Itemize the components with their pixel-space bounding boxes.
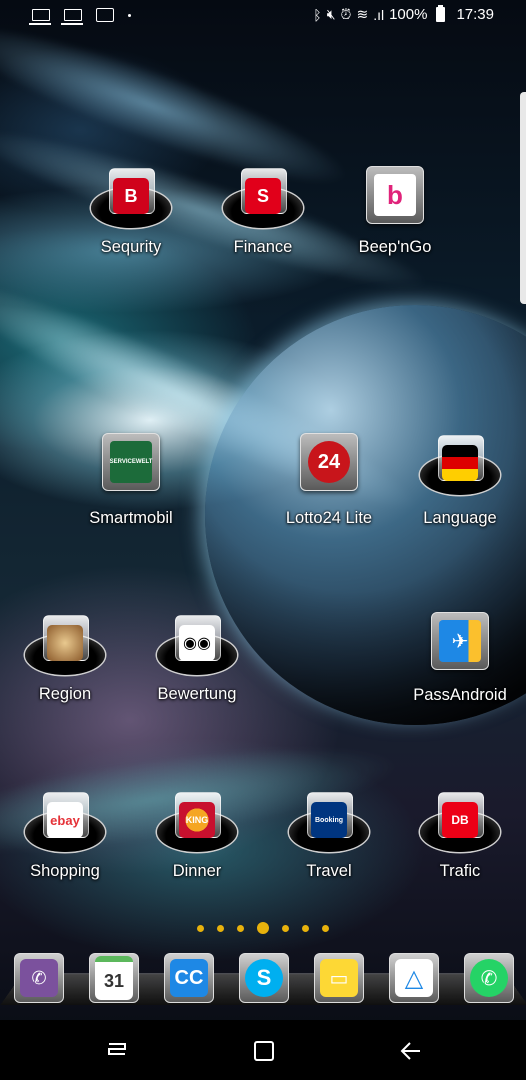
page-dot[interactable]: [197, 924, 204, 932]
skype-icon[interactable]: S: [239, 953, 289, 1003]
db-folder-icon: DB: [442, 802, 478, 838]
back-icon[interactable]: [398, 1038, 424, 1064]
laptop-icon: [29, 9, 51, 25]
page-dot[interactable]: [322, 924, 329, 932]
mute-icon: 🔇︎: [326, 6, 336, 22]
laptop-icon: [61, 9, 83, 25]
app-label: Sequrity: [100, 238, 162, 256]
app-beepngo[interactable]: b Beep'nGo: [340, 166, 450, 257]
burgerking-folder-icon: KING: [179, 802, 215, 838]
signal-icon: .ıl: [373, 6, 385, 23]
bluetooth-icon: ᛒ: [313, 6, 322, 23]
page-dot[interactable]: [237, 924, 244, 932]
tripadvisor-folder-icon: ◉◉: [179, 625, 215, 661]
app-label: Finance: [233, 238, 293, 256]
sparkasse-folder-icon: S: [245, 178, 281, 214]
messages-icon[interactable]: ▭: [314, 953, 364, 1003]
app-label: Beep'nGo: [358, 238, 432, 256]
app-label: Bewertung: [157, 685, 237, 703]
drive-icon[interactable]: △: [389, 953, 439, 1003]
beepngo-icon: b: [366, 166, 424, 224]
app-region[interactable]: Region: [10, 615, 120, 704]
app-label: Shopping: [30, 862, 100, 880]
alarm-icon: ⏰︎: [340, 6, 352, 22]
page-dot[interactable]: [282, 924, 289, 932]
app-label: Dinner: [172, 862, 222, 880]
app-label: Trafic: [439, 862, 481, 880]
app-language[interactable]: Language: [405, 435, 515, 528]
page-indicator[interactable]: [0, 922, 526, 934]
app-label: Travel: [306, 862, 352, 880]
app-label: Language: [423, 509, 497, 527]
app-label: Lotto24 Lite: [285, 509, 373, 527]
navigation-bar: [0, 1020, 526, 1080]
cc-icon[interactable]: CC: [164, 953, 214, 1003]
region-folder-icon: [47, 625, 83, 661]
app-label: Region: [38, 685, 92, 703]
dock: ✆ 31 CC S ▭ △ ✆: [0, 953, 526, 1003]
lotto24-icon: 24: [300, 433, 358, 491]
app-trafic[interactable]: DB Trafic: [405, 792, 515, 881]
battery-percent: 100%: [389, 6, 428, 23]
app-lotto24[interactable]: 24 Lotto24 Lite: [274, 433, 384, 528]
app-travel[interactable]: Booking Travel: [274, 792, 384, 881]
smartmobil-icon: SERVICEWELT: [102, 433, 160, 491]
page-dot[interactable]: [217, 924, 224, 932]
recent-apps-icon[interactable]: [104, 1038, 130, 1064]
status-bar: ᛒ 🔇︎ ⏰︎ ≋ .ıl 100% 17:39: [0, 0, 526, 32]
page-dot-active[interactable]: [257, 922, 269, 934]
flag-folder-icon: [442, 445, 478, 481]
booking-folder-icon: Booking: [311, 802, 347, 838]
battery-icon: [436, 5, 446, 22]
clock: 17:39: [456, 6, 494, 23]
page-dot[interactable]: [302, 924, 309, 932]
wallpaper: [0, 0, 526, 1080]
sequrity-folder-icon: B: [113, 178, 149, 214]
app-label: PassAndroid: [413, 686, 507, 704]
app-finance[interactable]: S Finance: [208, 168, 318, 257]
app-bewertung[interactable]: ◉◉ Bewertung: [142, 615, 252, 704]
whatsapp-icon[interactable]: ✆: [464, 953, 514, 1003]
passandroid-icon: ✈︎: [431, 612, 489, 670]
app-dinner[interactable]: KING Dinner: [142, 792, 252, 881]
app-passandroid[interactable]: ✈︎ PassAndroid: [405, 612, 515, 705]
app-smartmobil[interactable]: SERVICEWELT Smartmobil: [76, 433, 186, 528]
dot-icon: [128, 13, 131, 17]
app-shopping[interactable]: ebay Shopping: [10, 792, 120, 881]
edge-panel-handle[interactable]: [520, 92, 526, 304]
viber-icon[interactable]: ✆: [14, 953, 64, 1003]
activity-icon: [96, 8, 114, 22]
app-sequrity[interactable]: B Sequrity: [76, 168, 186, 257]
calendar-icon[interactable]: 31: [89, 953, 139, 1003]
ebay-folder-icon: ebay: [47, 802, 83, 838]
wifi-icon: ≋: [356, 6, 369, 22]
home-icon[interactable]: [251, 1038, 277, 1064]
app-label: Smartmobil: [89, 509, 173, 527]
